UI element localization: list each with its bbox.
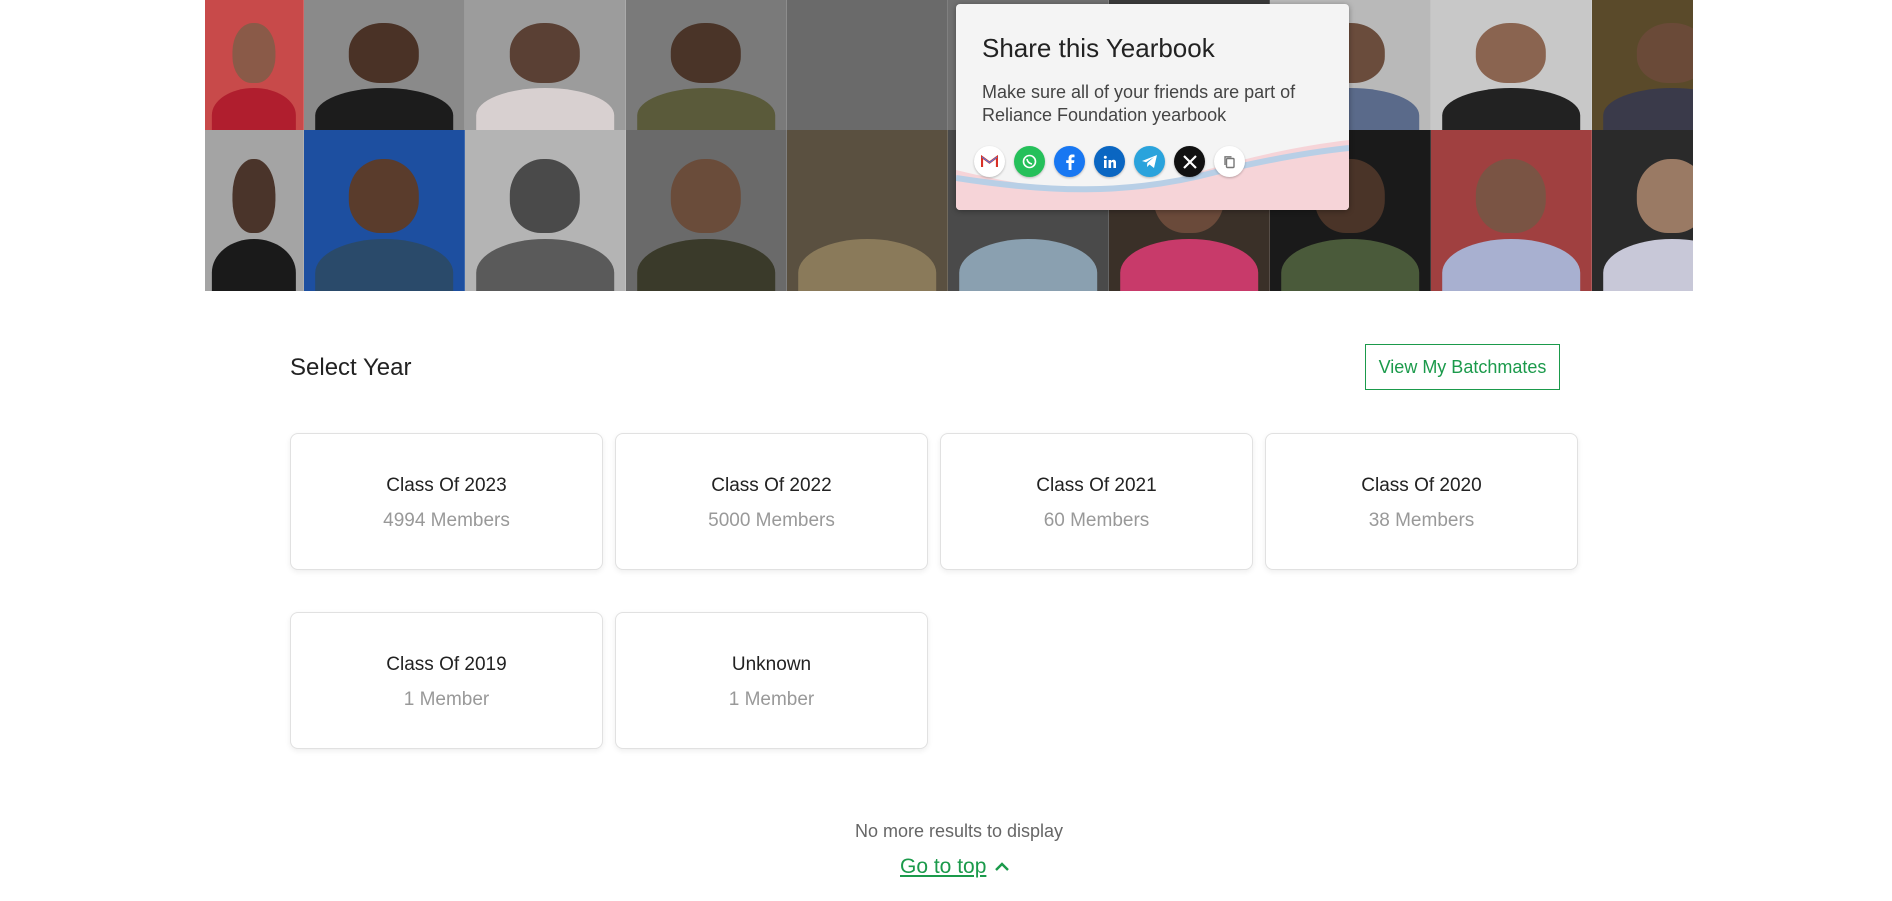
view-my-batchmates-button[interactable]: View My Batchmates <box>1365 344 1560 390</box>
share-description: Make sure all of your friends are part o… <box>982 82 1296 125</box>
member-photo <box>1592 0 1693 130</box>
year-card-title: Class Of 2019 <box>386 654 507 675</box>
year-card-member-count: 5000 Members <box>708 510 835 531</box>
year-card-member-count: 1 Member <box>403 689 490 710</box>
member-photo <box>626 0 787 130</box>
share-yearbook-card: Share this Yearbook Make sure all of you… <box>956 4 1349 210</box>
member-photo <box>1431 130 1592 291</box>
member-photo <box>465 130 626 291</box>
member-photo <box>205 0 304 130</box>
member-photo <box>205 130 304 291</box>
member-photo-grid <box>205 0 1693 291</box>
member-photo <box>787 130 948 291</box>
year-card-member-count: 1 Member <box>728 689 815 710</box>
x-icon[interactable] <box>1174 146 1205 177</box>
member-photo <box>626 130 787 291</box>
gmail-icon[interactable] <box>974 146 1005 177</box>
year-card-title: Class Of 2020 <box>1361 475 1482 496</box>
linkedin-icon[interactable] <box>1094 146 1125 177</box>
year-card[interactable]: Class Of 2021 60 Members <box>940 433 1253 570</box>
copy-icon[interactable] <box>1214 146 1245 177</box>
share-icons-row <box>974 146 1245 177</box>
year-card[interactable]: Class Of 2023 4994 Members <box>290 433 603 570</box>
year-card-member-count: 60 Members <box>1043 510 1150 531</box>
member-photo <box>787 0 948 130</box>
member-photo <box>1592 130 1693 291</box>
go-to-top-label: Go to top <box>900 855 987 878</box>
chevron-up-icon <box>995 862 1010 871</box>
share-title: Share this Yearbook <box>982 33 1215 63</box>
section-title: Select Year <box>290 354 412 381</box>
member-photo <box>1431 0 1592 130</box>
year-card[interactable]: Unknown 1 Member <box>615 612 928 749</box>
year-card[interactable]: Class Of 2019 1 Member <box>290 612 603 749</box>
member-photo <box>304 0 465 130</box>
yearbook-banner: Share this Yearbook Make sure all of you… <box>205 0 1693 291</box>
year-card-title: Class Of 2022 <box>711 475 832 496</box>
no-more-results-message: No more results to display <box>854 821 1064 841</box>
year-card-member-count: 38 Members <box>1368 510 1475 531</box>
go-to-top-link[interactable]: Go to top <box>900 855 1010 879</box>
whatsapp-icon[interactable] <box>1014 146 1045 177</box>
year-card-member-count: 4994 Members <box>383 510 510 531</box>
telegram-icon[interactable] <box>1134 146 1165 177</box>
year-card-title: Class Of 2023 <box>386 475 507 496</box>
year-card-title: Unknown <box>731 654 812 675</box>
member-photo <box>465 0 626 130</box>
year-card-title: Class Of 2021 <box>1036 475 1157 496</box>
year-card[interactable]: Class Of 2020 38 Members <box>1265 433 1578 570</box>
member-photo <box>304 130 465 291</box>
facebook-icon[interactable] <box>1054 146 1085 177</box>
year-card[interactable]: Class Of 2022 5000 Members <box>615 433 928 570</box>
